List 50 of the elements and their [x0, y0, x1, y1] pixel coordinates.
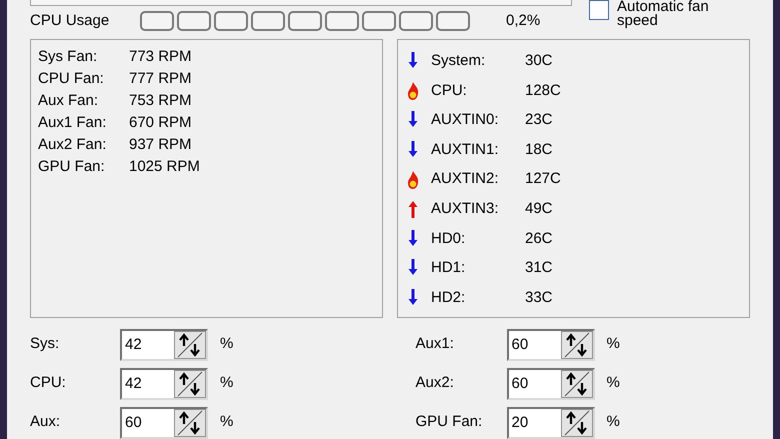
temperature-value: 49C — [525, 199, 553, 220]
fan-speed: 753 RPM — [129, 91, 192, 112]
sensor-name: AUXTIN3: — [431, 199, 500, 220]
percent-unit: % — [606, 412, 620, 432]
fan-name: Aux1 Fan: — [38, 113, 108, 134]
temperature-value: 30C — [525, 51, 553, 72]
fan-speed: 670 RPM — [129, 113, 192, 134]
sensor-name: AUXTIN1: — [431, 140, 500, 160]
percent-unit: % — [220, 334, 234, 354]
sensor-name: CPU: — [431, 80, 468, 101]
percent-unit: % — [606, 334, 620, 354]
sensor-name: HD1: — [431, 258, 466, 278]
fan-speed: 777 RPM — [129, 69, 192, 90]
fan-name: Aux Fan: — [38, 91, 100, 112]
flame-icon — [407, 170, 419, 190]
fan-name: Aux2 Fan: — [38, 135, 108, 156]
flame-icon — [407, 80, 419, 101]
setting-label: Aux1: — [416, 334, 455, 354]
sensor-name: HD2: — [431, 288, 466, 308]
temperature-value: 31C — [525, 258, 553, 278]
temperature-value: 26C — [525, 228, 553, 249]
setting-label: Sys: — [30, 334, 60, 354]
fan-name: CPU Fan: — [38, 69, 105, 90]
temperature-value: 23C — [525, 110, 553, 130]
fan-name: Sys Fan: — [38, 47, 98, 68]
sensor-name: AUXTIN0: — [431, 110, 500, 130]
sensor-name: System: — [431, 51, 486, 72]
up-arrow-icon — [407, 199, 419, 220]
temperature-value: 128C — [525, 80, 561, 101]
cpu-usage-label: CPU Usage — [30, 11, 110, 31]
fan-name: GPU Fan: — [38, 157, 106, 178]
fan-speed: 1025 RPM — [129, 157, 200, 178]
temperature-value: 18C — [525, 140, 553, 160]
checkbox-label: Automatic fan — [617, 0, 709, 14]
setting-label: CPU: — [30, 373, 67, 394]
cpu-usage-reading: 0,2% — [506, 11, 540, 31]
fan-speed: 937 RPM — [129, 135, 192, 156]
setting-label: Aux: — [30, 412, 62, 432]
fan-speed: 773 RPM — [129, 47, 192, 68]
checkbox[interactable] — [589, 0, 609, 20]
percent-unit: % — [220, 373, 234, 394]
sensor-name: AUXTIN2: — [431, 169, 500, 190]
checkbox-label: speed — [617, 14, 659, 28]
temperature-value: 127C — [525, 169, 561, 190]
percent-unit: % — [606, 373, 620, 394]
sensor-name: HD0: — [431, 228, 466, 249]
temperature-value: 33C — [525, 288, 553, 308]
setting-label: GPU Fan: — [416, 412, 484, 432]
setting-label: Aux2: — [416, 373, 455, 394]
percent-unit: % — [220, 412, 234, 432]
